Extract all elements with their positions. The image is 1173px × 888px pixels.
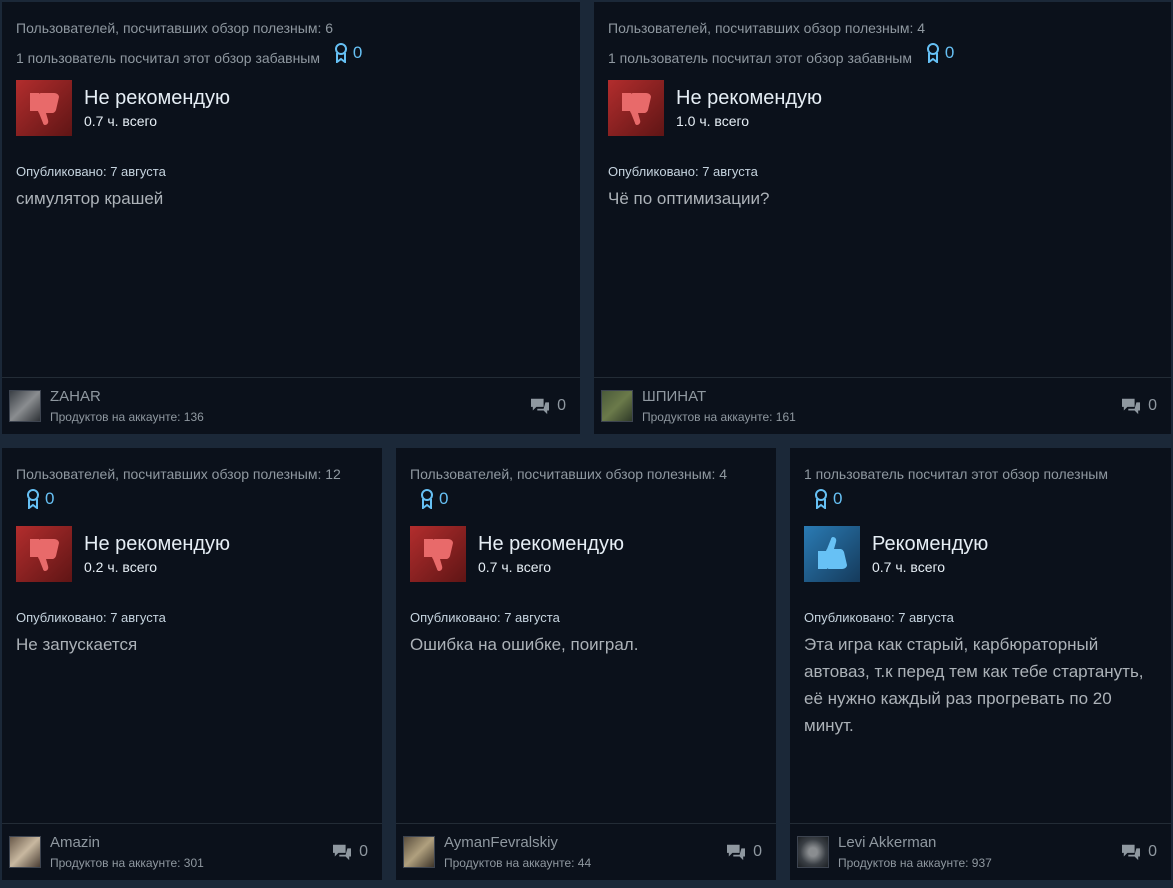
award-button[interactable]: 0 — [926, 43, 954, 63]
comment-icon — [1120, 397, 1142, 415]
verdict-label[interactable]: Не рекомендую — [676, 86, 822, 110]
award-icon — [334, 43, 348, 63]
award-row: 0 — [410, 489, 448, 513]
review-author: ZAHAR Продуктов на аккаунте: 136 0 — [2, 377, 580, 434]
posted-date: Опубликовано: 7 августа — [608, 164, 758, 179]
award-row: 0 — [804, 489, 842, 513]
award-icon — [420, 489, 434, 509]
comment-icon — [1120, 843, 1142, 861]
comment-icon — [331, 843, 353, 861]
award-count: 0 — [439, 489, 449, 508]
verdict-label[interactable]: Рекомендую — [872, 532, 988, 556]
comment-icon — [529, 397, 551, 415]
review-card: 1 пользователь посчитал этот обзор полез… — [790, 448, 1171, 880]
review-text[interactable]: Не запускается — [16, 631, 368, 658]
verdict-label[interactable]: Не рекомендую — [84, 532, 230, 556]
helpful-count: Пользователей, посчитавших обзор полезны… — [16, 466, 341, 482]
hours-played: 1.0 ч. всего — [676, 113, 750, 129]
funny-count: 1 пользователь посчитал этот обзор забав… — [608, 43, 954, 67]
author-name[interactable]: ШПИНАТ — [642, 388, 706, 406]
comments-button[interactable]: 0 — [725, 843, 762, 861]
comment-icon — [725, 843, 747, 861]
comments-button[interactable]: 0 — [529, 397, 566, 415]
author-products: Продуктов на аккаунте: 136 — [50, 410, 204, 424]
comments-button[interactable]: 0 — [1120, 843, 1157, 861]
review-verdict[interactable]: Рекомендую 0.7 ч. всего — [804, 526, 988, 582]
posted-date: Опубликовано: 7 августа — [410, 610, 560, 625]
comment-count: 0 — [753, 843, 762, 860]
thumbs-down-icon — [16, 80, 72, 136]
helpful-count: Пользователей, посчитавших обзор полезны… — [608, 20, 926, 36]
avatar[interactable] — [9, 390, 41, 422]
hours-played: 0.7 ч. всего — [478, 559, 552, 575]
comment-count: 0 — [359, 843, 368, 860]
review-author: Levi Akkerman Продуктов на аккаунте: 937… — [790, 823, 1171, 880]
author-products: Продуктов на аккаунте: 161 — [642, 410, 796, 424]
review-text[interactable]: Ошибка на ошибке, поиграл. — [410, 631, 762, 658]
review-author: ШПИНАТ Продуктов на аккаунте: 161 0 — [594, 377, 1171, 434]
award-button[interactable]: 0 — [814, 489, 842, 509]
hours-played: 0.7 ч. всего — [84, 113, 158, 129]
comments-button[interactable]: 0 — [1120, 397, 1157, 415]
funny-label: 1 пользователь посчитал этот обзор забав… — [16, 50, 320, 66]
posted-date: Опубликовано: 7 августа — [16, 610, 166, 625]
thumbs-down-icon — [16, 526, 72, 582]
comment-count: 0 — [1148, 397, 1157, 414]
verdict-label[interactable]: Не рекомендую — [84, 86, 230, 110]
posted-date: Опубликовано: 7 августа — [804, 610, 954, 625]
award-button[interactable]: 0 — [26, 489, 54, 509]
author-name[interactable]: Levi Akkerman — [838, 834, 936, 852]
thumbs-down-icon — [608, 80, 664, 136]
review-card: Пользователей, посчитавших обзор полезны… — [594, 2, 1171, 434]
award-count: 0 — [45, 489, 55, 508]
review-card: Пользователей, посчитавших обзор полезны… — [2, 2, 580, 434]
review-author: AymanFevralskiy Продуктов на аккаунте: 4… — [396, 823, 776, 880]
review-author: Amazin Продуктов на аккаунте: 301 0 — [2, 823, 382, 880]
award-count: 0 — [944, 43, 955, 62]
author-name[interactable]: Amazin — [50, 834, 100, 852]
comments-button[interactable]: 0 — [331, 843, 368, 861]
award-button[interactable]: 0 — [420, 489, 448, 509]
award-row: 0 — [16, 489, 54, 513]
verdict-label[interactable]: Не рекомендую — [478, 532, 624, 556]
award-count: 0 — [833, 489, 843, 508]
award-button[interactable]: 0 — [334, 43, 362, 63]
helpful-count: Пользователей, посчитавших обзор полезны… — [16, 20, 334, 36]
review-card: Пользователей, посчитавших обзор полезны… — [2, 448, 382, 880]
review-text[interactable]: симулятор крашей — [16, 185, 566, 212]
comment-count: 0 — [1148, 843, 1157, 860]
author-name[interactable]: ZAHAR — [50, 388, 101, 406]
helpful-count: 1 пользователь посчитал этот обзор полез… — [804, 466, 1108, 482]
thumbs-down-icon — [410, 526, 466, 582]
review-verdict[interactable]: Не рекомендую 0.2 ч. всего — [16, 526, 230, 582]
review-verdict[interactable]: Не рекомендую 0.7 ч. всего — [16, 80, 230, 136]
thumbs-up-icon — [804, 526, 860, 582]
funny-count: 1 пользователь посчитал этот обзор забав… — [16, 43, 362, 67]
review-verdict[interactable]: Не рекомендую 0.7 ч. всего — [410, 526, 624, 582]
author-name[interactable]: AymanFevralskiy — [444, 834, 558, 852]
review-text[interactable]: Эта игра как старый, карбюраторный автов… — [804, 631, 1157, 739]
avatar[interactable] — [601, 390, 633, 422]
posted-date: Опубликовано: 7 августа — [16, 164, 166, 179]
funny-label: 1 пользователь посчитал этот обзор забав… — [608, 50, 912, 66]
comment-count: 0 — [557, 397, 566, 414]
avatar[interactable] — [9, 836, 41, 868]
avatar[interactable] — [403, 836, 435, 868]
hours-played: 0.2 ч. всего — [84, 559, 158, 575]
author-products: Продуктов на аккаунте: 301 — [50, 856, 204, 870]
award-icon — [926, 43, 940, 63]
helpful-count: Пользователей, посчитавших обзор полезны… — [410, 466, 728, 482]
review-text[interactable]: Чё по оптимизации? — [608, 185, 1157, 212]
hours-played: 0.7 ч. всего — [872, 559, 946, 575]
avatar[interactable] — [797, 836, 829, 868]
review-card: Пользователей, посчитавших обзор полезны… — [396, 448, 776, 880]
award-count: 0 — [352, 43, 363, 62]
author-products: Продуктов на аккаунте: 44 — [444, 856, 592, 870]
author-products: Продуктов на аккаунте: 937 — [838, 856, 992, 870]
review-verdict[interactable]: Не рекомендую 1.0 ч. всего — [608, 80, 822, 136]
award-icon — [814, 489, 828, 509]
award-icon — [26, 489, 40, 509]
